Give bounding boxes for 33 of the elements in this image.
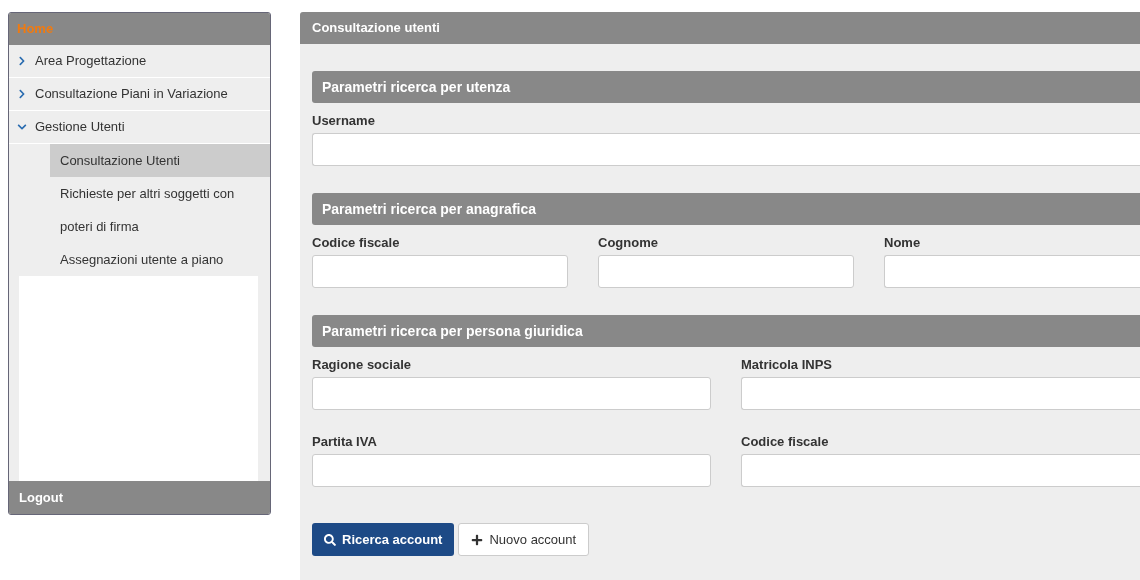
logout-link[interactable]: Logout xyxy=(19,487,64,508)
field-label: Ragione sociale xyxy=(312,356,412,374)
submenu-item[interactable]: Consultazione Utenti xyxy=(50,144,270,177)
input-field[interactable] xyxy=(741,377,1140,410)
field-label: Matricola INPS xyxy=(741,356,834,374)
field-label: Codice fiscale xyxy=(312,234,401,252)
chevron-right-icon xyxy=(17,89,27,99)
section-header: Parametri ricerca per utenza xyxy=(312,71,1140,103)
section-header: Parametri ricerca per persona giuridica xyxy=(312,315,1140,347)
input-field[interactable] xyxy=(741,454,1140,487)
input-field[interactable] xyxy=(312,377,711,410)
new-button[interactable]: Nuovo account xyxy=(458,523,590,556)
field-label: Partita IVA xyxy=(312,433,378,451)
input-field[interactable] xyxy=(598,255,854,288)
section-header: Parametri ricerca per anagrafica xyxy=(312,193,1140,225)
input-field[interactable] xyxy=(312,255,568,288)
field-label: Cognome xyxy=(598,234,659,252)
field-label: Codice fiscale xyxy=(741,433,830,451)
menu-item[interactable]: Consultazione Piani in Variazione xyxy=(9,78,270,111)
search-button[interactable]: Ricerca account xyxy=(312,523,455,556)
chevron-down-icon xyxy=(17,122,27,132)
chevron-right-icon xyxy=(17,56,27,66)
input-field[interactable] xyxy=(312,454,711,487)
field-label: Nome xyxy=(884,234,922,252)
page-title: Consultazione utenti xyxy=(300,12,1140,44)
search-icon xyxy=(324,533,336,546)
input-field[interactable] xyxy=(312,133,1140,166)
submenu-item[interactable]: Richieste per altri soggetti con poteri di firma xyxy=(50,177,270,243)
submenu-item[interactable]: Assegnazioni utente a piano xyxy=(50,243,270,276)
menu-item[interactable]: Area Progettazione xyxy=(9,45,270,78)
field-label: Username xyxy=(312,112,376,130)
input-field[interactable] xyxy=(884,255,1140,288)
plus-icon xyxy=(471,533,484,546)
